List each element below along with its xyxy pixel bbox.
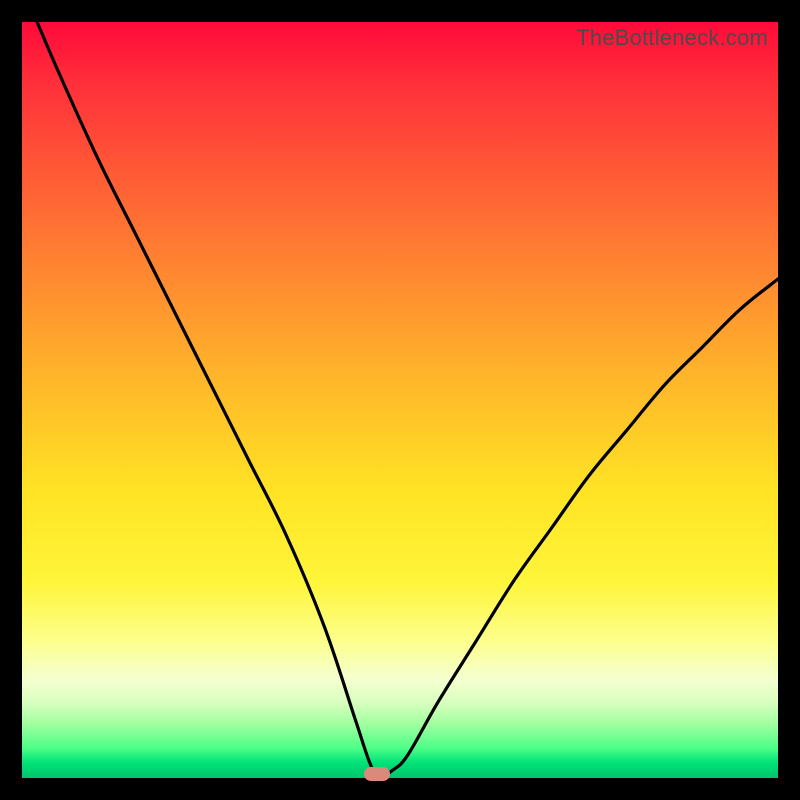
chart-frame: TheBottleneck.com: [0, 0, 800, 800]
bottleneck-curve: [22, 22, 778, 778]
optimal-point-marker: [364, 767, 390, 781]
plot-area: TheBottleneck.com: [22, 22, 778, 778]
